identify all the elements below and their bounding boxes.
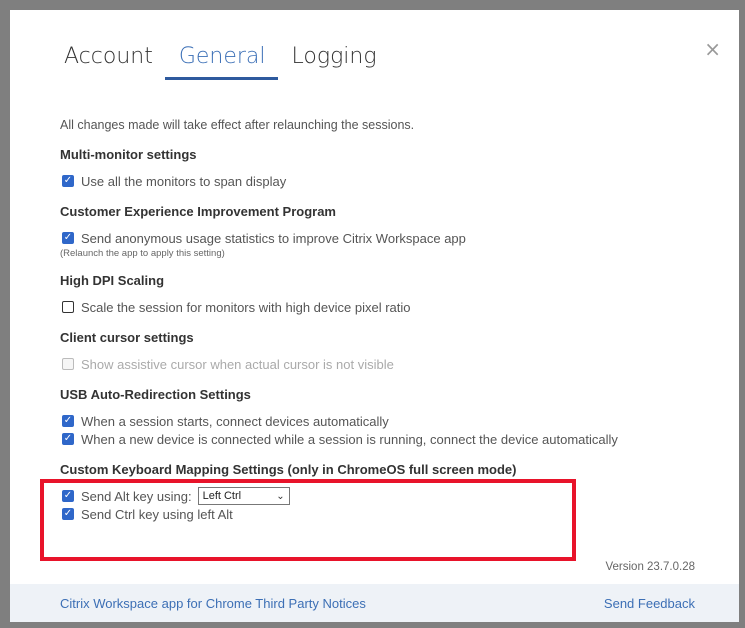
multi-monitor-section: Multi-monitor settings ✓ Use all the mon… — [60, 147, 720, 190]
send-feedback-link[interactable]: Send Feedback — [604, 596, 695, 611]
option-label: Use all the monitors to span display — [81, 173, 287, 189]
section-title: Client cursor settings — [60, 330, 194, 345]
highlight-box — [40, 479, 576, 561]
cursor-section: Client cursor settings Show assistive cu… — [60, 330, 720, 373]
checkbox-disabled-icon — [62, 358, 74, 370]
tab-logging[interactable]: Logging — [284, 44, 385, 75]
checkbox-checked-icon[interactable]: ✓ — [62, 175, 74, 187]
section-title: Custom Keyboard Mapping Settings (only i… — [60, 462, 517, 477]
third-party-notices-link[interactable]: Citrix Workspace app for Chrome Third Pa… — [60, 596, 366, 611]
checkbox-checked-icon[interactable]: ✓ — [62, 415, 74, 427]
span-display-option[interactable]: ✓ Use all the monitors to span display — [60, 172, 720, 190]
section-title: USB Auto-Redirection Settings — [60, 387, 251, 402]
high-dpi-section: High DPI Scaling Scale the session for m… — [60, 273, 720, 316]
relaunch-subnote: (Relaunch the app to apply this setting) — [60, 248, 225, 259]
option-label: Show assistive cursor when actual cursor… — [81, 356, 394, 372]
usb-new-device-option[interactable]: ✓ When a new device is connected while a… — [60, 430, 720, 448]
section-title: Multi-monitor settings — [60, 147, 197, 162]
checkbox-checked-icon[interactable]: ✓ — [62, 433, 74, 445]
settings-dialog: Account General Logging × All changes ma… — [10, 10, 739, 622]
option-label: When a session starts, connect devices a… — [81, 413, 389, 429]
option-label: Send anonymous usage statistics to impro… — [81, 230, 466, 246]
checkbox-checked-icon[interactable]: ✓ — [62, 232, 74, 244]
section-title: Customer Experience Improvement Program — [60, 204, 336, 219]
tab-bar: Account General Logging — [64, 44, 395, 80]
scale-session-option[interactable]: Scale the session for monitors with high… — [60, 298, 720, 316]
relaunch-note: All changes made will take effect after … — [60, 118, 415, 132]
option-label: When a new device is connected while a s… — [81, 431, 618, 447]
tab-account[interactable]: Account — [64, 44, 161, 75]
general-settings-panel: All changes made will take effect after … — [60, 118, 720, 537]
usage-stats-option[interactable]: ✓ Send anonymous usage statistics to imp… — [60, 229, 720, 247]
option-label: Scale the session for monitors with high… — [81, 299, 411, 315]
tab-general[interactable]: General — [164, 44, 278, 80]
checkbox-unchecked-icon[interactable] — [62, 301, 74, 313]
usb-session-start-option[interactable]: ✓ When a session starts, connect devices… — [60, 412, 720, 430]
footer-bar: Citrix Workspace app for Chrome Third Pa… — [10, 584, 739, 622]
assistive-cursor-option: Show assistive cursor when actual cursor… — [60, 355, 720, 373]
ceip-section: Customer Experience Improvement Program … — [60, 204, 720, 259]
version-label: Version 23.7.0.28 — [605, 561, 695, 573]
section-title: High DPI Scaling — [60, 273, 165, 288]
close-icon[interactable]: × — [704, 37, 721, 61]
usb-section: USB Auto-Redirection Settings ✓ When a s… — [60, 387, 720, 448]
